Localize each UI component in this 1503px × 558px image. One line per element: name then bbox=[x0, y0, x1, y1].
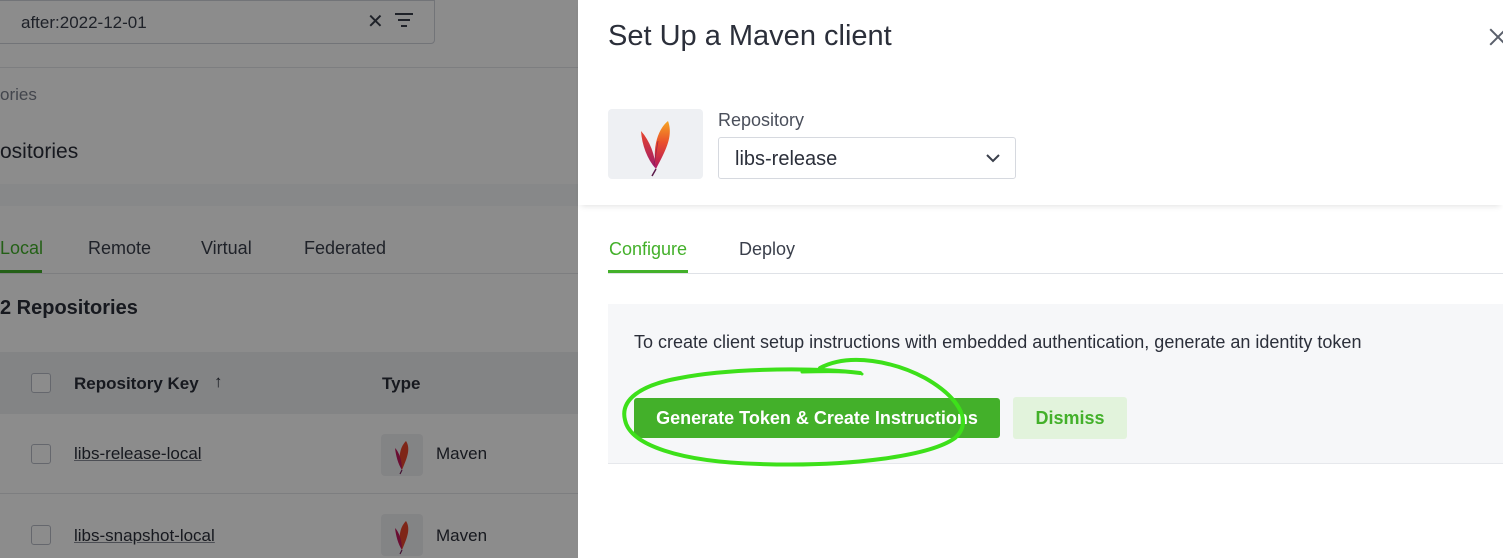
active-tab-indicator bbox=[608, 270, 688, 273]
generate-token-button[interactable]: Generate Token & Create Instructions bbox=[634, 398, 1000, 438]
setup-tabs: Configure Deploy bbox=[608, 228, 1503, 274]
token-message: To create client setup instructions with… bbox=[634, 332, 1362, 352]
token-notice-panel: To create client setup instructions with… bbox=[608, 304, 1503, 464]
modal-overlay[interactable] bbox=[0, 0, 578, 558]
repository-select[interactable]: libs-release bbox=[718, 137, 1016, 179]
dismiss-button[interactable]: Dismiss bbox=[1013, 397, 1127, 439]
drawer-title: Set Up a Maven client bbox=[608, 20, 892, 52]
close-icon[interactable] bbox=[1483, 22, 1503, 52]
tab-deploy[interactable]: Deploy bbox=[739, 239, 795, 260]
drawer-header: Set Up a Maven client Repository libs-re… bbox=[578, 0, 1503, 205]
tab-configure[interactable]: Configure bbox=[609, 239, 687, 260]
repository-label: Repository bbox=[718, 110, 805, 130]
maven-logo-icon bbox=[608, 109, 703, 179]
setup-client-drawer: Set Up a Maven client Repository libs-re… bbox=[578, 0, 1503, 558]
repository-select-value: libs-release bbox=[735, 148, 838, 170]
chevron-down-icon bbox=[986, 154, 1000, 163]
